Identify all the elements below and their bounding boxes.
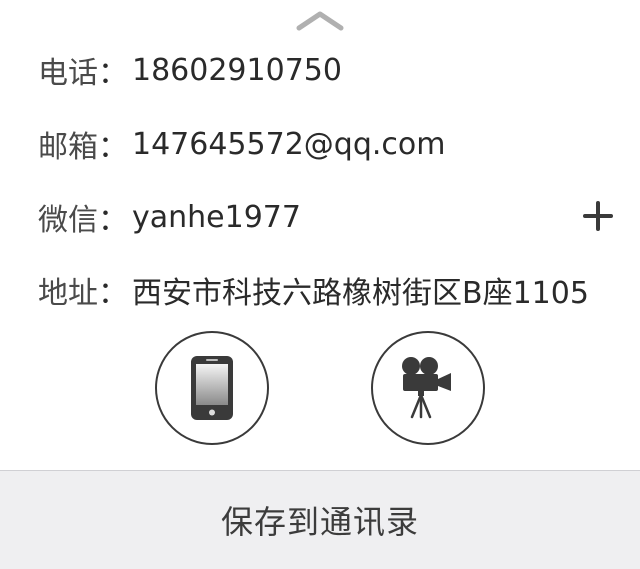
phone-separator: ： [98,56,128,91]
wechat-value: yanhe1977 [132,199,301,235]
phone-label: 电话 [38,56,98,91]
call-button[interactable] [155,331,269,445]
email-row[interactable]: 邮箱 ： 147645572@qq.com [38,122,640,166]
contact-card-page: 电话 ： 18602910750 邮箱 ： 147645572@qq.com 微… [0,0,640,569]
phone-value: 18602910750 [132,52,342,88]
address-row[interactable]: 地址 ： 西安市科技六路橡树街区B座1105 [38,268,640,312]
video-camera-icon [402,357,451,419]
email-separator: ： [98,130,128,165]
wechat-row[interactable]: 微信 ： yanhe1977 [38,195,640,239]
chevron-up-icon[interactable] [296,6,344,32]
wechat-separator: ： [98,203,128,238]
email-label: 邮箱 [38,130,98,165]
email-value: 147645572@qq.com [132,126,446,162]
address-separator: ： [98,276,128,311]
mobile-phone-icon [191,356,233,420]
video-call-button[interactable] [371,331,485,445]
wechat-label: 微信 [38,203,98,238]
phone-row[interactable]: 电话 ： 18602910750 [38,48,640,92]
address-label: 地址 [38,276,98,311]
save-to-contacts-button[interactable]: 保存到通讯录 [0,470,640,569]
plus-icon[interactable] [582,200,614,232]
save-to-contacts-label: 保存到通讯录 [220,503,419,541]
address-value: 西安市科技六路橡树街区B座1105 [132,276,589,311]
